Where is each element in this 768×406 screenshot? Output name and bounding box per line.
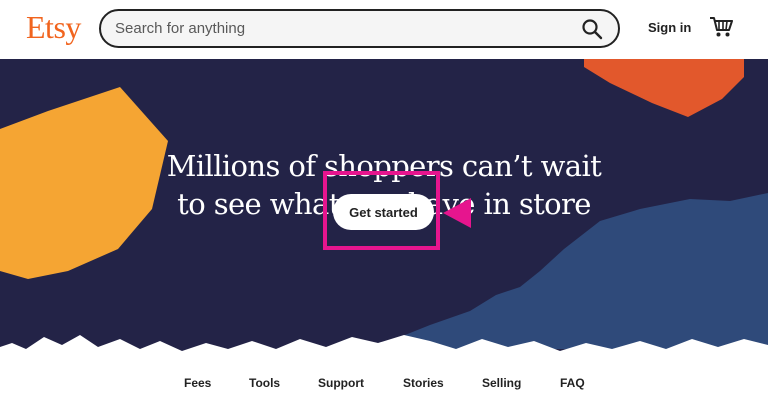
search-bar [99, 9, 620, 48]
seller-nav: Fees Tools Support Stories Selling FAQ [0, 376, 768, 396]
search-input[interactable] [115, 11, 565, 46]
nav-item-stories[interactable]: Stories [403, 376, 444, 390]
nav-item-fees[interactable]: Fees [184, 376, 211, 390]
get-started-button[interactable]: Get started [333, 194, 434, 230]
nav-item-support[interactable]: Support [318, 376, 364, 390]
nav-item-tools[interactable]: Tools [249, 376, 280, 390]
etsy-logo[interactable]: Etsy [26, 9, 81, 45]
nav-item-selling[interactable]: Selling [482, 376, 521, 390]
sign-in-link[interactable]: Sign in [648, 20, 691, 35]
search-icon[interactable] [580, 17, 604, 41]
nav-item-faq[interactable]: FAQ [560, 376, 585, 390]
site-header: Etsy Sign in [0, 0, 768, 59]
cart-icon[interactable] [709, 16, 733, 38]
pointer-arrow-icon [443, 198, 471, 228]
orange-blob-top [584, 59, 744, 117]
